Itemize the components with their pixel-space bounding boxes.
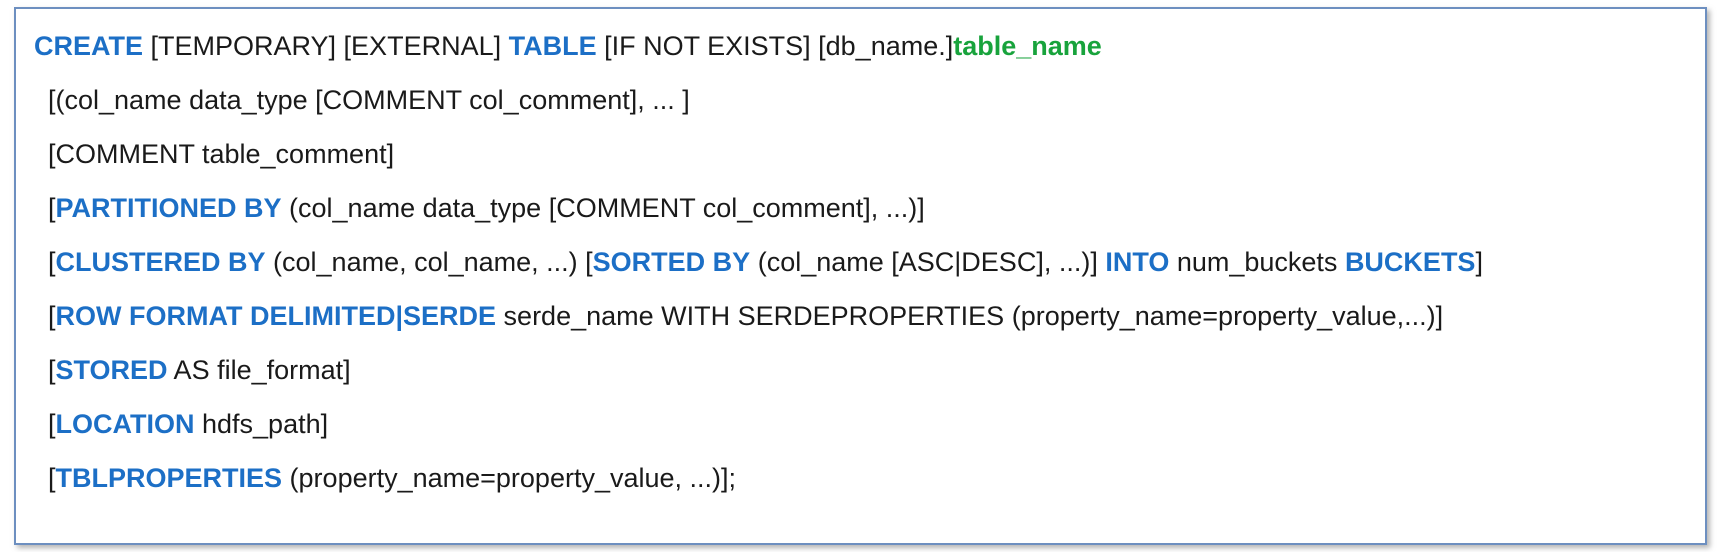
text-token: AS file_format] xyxy=(167,355,351,385)
syntax-line-8: [LOCATION hdfs_path] xyxy=(48,404,328,444)
keyword-token: STORED xyxy=(55,355,168,385)
keyword-token: BUCKETS xyxy=(1344,247,1476,277)
table-name-token: table_name xyxy=(953,31,1102,61)
syntax-box: CREATE [TEMPORARY] [EXTERNAL] TABLE [IF … xyxy=(14,7,1707,545)
text-token: [ xyxy=(48,463,56,493)
text-token: [ xyxy=(48,193,56,223)
text-token: num_buckets xyxy=(1169,247,1345,277)
syntax-line-1: CREATE [TEMPORARY] [EXTERNAL] TABLE [IF … xyxy=(34,26,1102,66)
keyword-token: TABLE xyxy=(508,31,597,61)
keyword-token: CREATE xyxy=(34,31,144,61)
syntax-line-7: [STORED AS file_format] xyxy=(48,350,351,390)
text-token: hdfs_path] xyxy=(194,409,329,439)
syntax-line-9: [TBLPROPERTIES (property_name=property_v… xyxy=(48,458,736,498)
text-token: (col_name [ASC|DESC], ...)] xyxy=(750,247,1106,277)
text-token: [IF NOT EXISTS] [db_name.] xyxy=(596,31,954,61)
text-token: [ xyxy=(48,355,56,385)
syntax-line-4: [PARTITIONED BY (col_name data_type [COM… xyxy=(48,188,925,228)
text-token: [ xyxy=(48,247,56,277)
text-token: [ xyxy=(48,409,56,439)
syntax-line-2: [(col_name data_type [COMMENT col_commen… xyxy=(48,80,690,120)
keyword-token: PARTITIONED BY xyxy=(55,193,282,223)
text-token: (property_name=property_value, ...)]; xyxy=(282,463,737,493)
text-token: (col_name data_type [COMMENT col_comment… xyxy=(281,193,925,223)
keyword-token: ROW FORMAT DELIMITED|SERDE xyxy=(55,301,497,331)
text-token: [ xyxy=(48,301,56,331)
text-token: ] xyxy=(1475,247,1483,277)
syntax-line-6: [ROW FORMAT DELIMITED|SERDE serde_name W… xyxy=(48,296,1443,336)
text-token: [(col_name data_type [COMMENT col_commen… xyxy=(48,85,690,115)
syntax-line-5: [CLUSTERED BY (col_name, col_name, ...) … xyxy=(48,242,1483,282)
keyword-token: INTO xyxy=(1105,247,1170,277)
syntax-line-3: [COMMENT table_comment] xyxy=(48,134,394,174)
create-table-syntax: CREATE [TEMPORARY] [EXTERNAL] TABLE [IF … xyxy=(16,9,1705,543)
text-token: [TEMPORARY] [EXTERNAL] xyxy=(143,31,509,61)
keyword-token: CLUSTERED BY xyxy=(55,247,266,277)
text-token: serde_name WITH SERDEPROPERTIES (propert… xyxy=(496,301,1444,331)
keyword-token: TBLPROPERTIES xyxy=(55,463,283,493)
keyword-token: SORTED BY xyxy=(592,247,751,277)
text-token: (col_name, col_name, ...) [ xyxy=(265,247,593,277)
text-token: [COMMENT table_comment] xyxy=(48,139,395,169)
keyword-token: LOCATION xyxy=(55,409,195,439)
